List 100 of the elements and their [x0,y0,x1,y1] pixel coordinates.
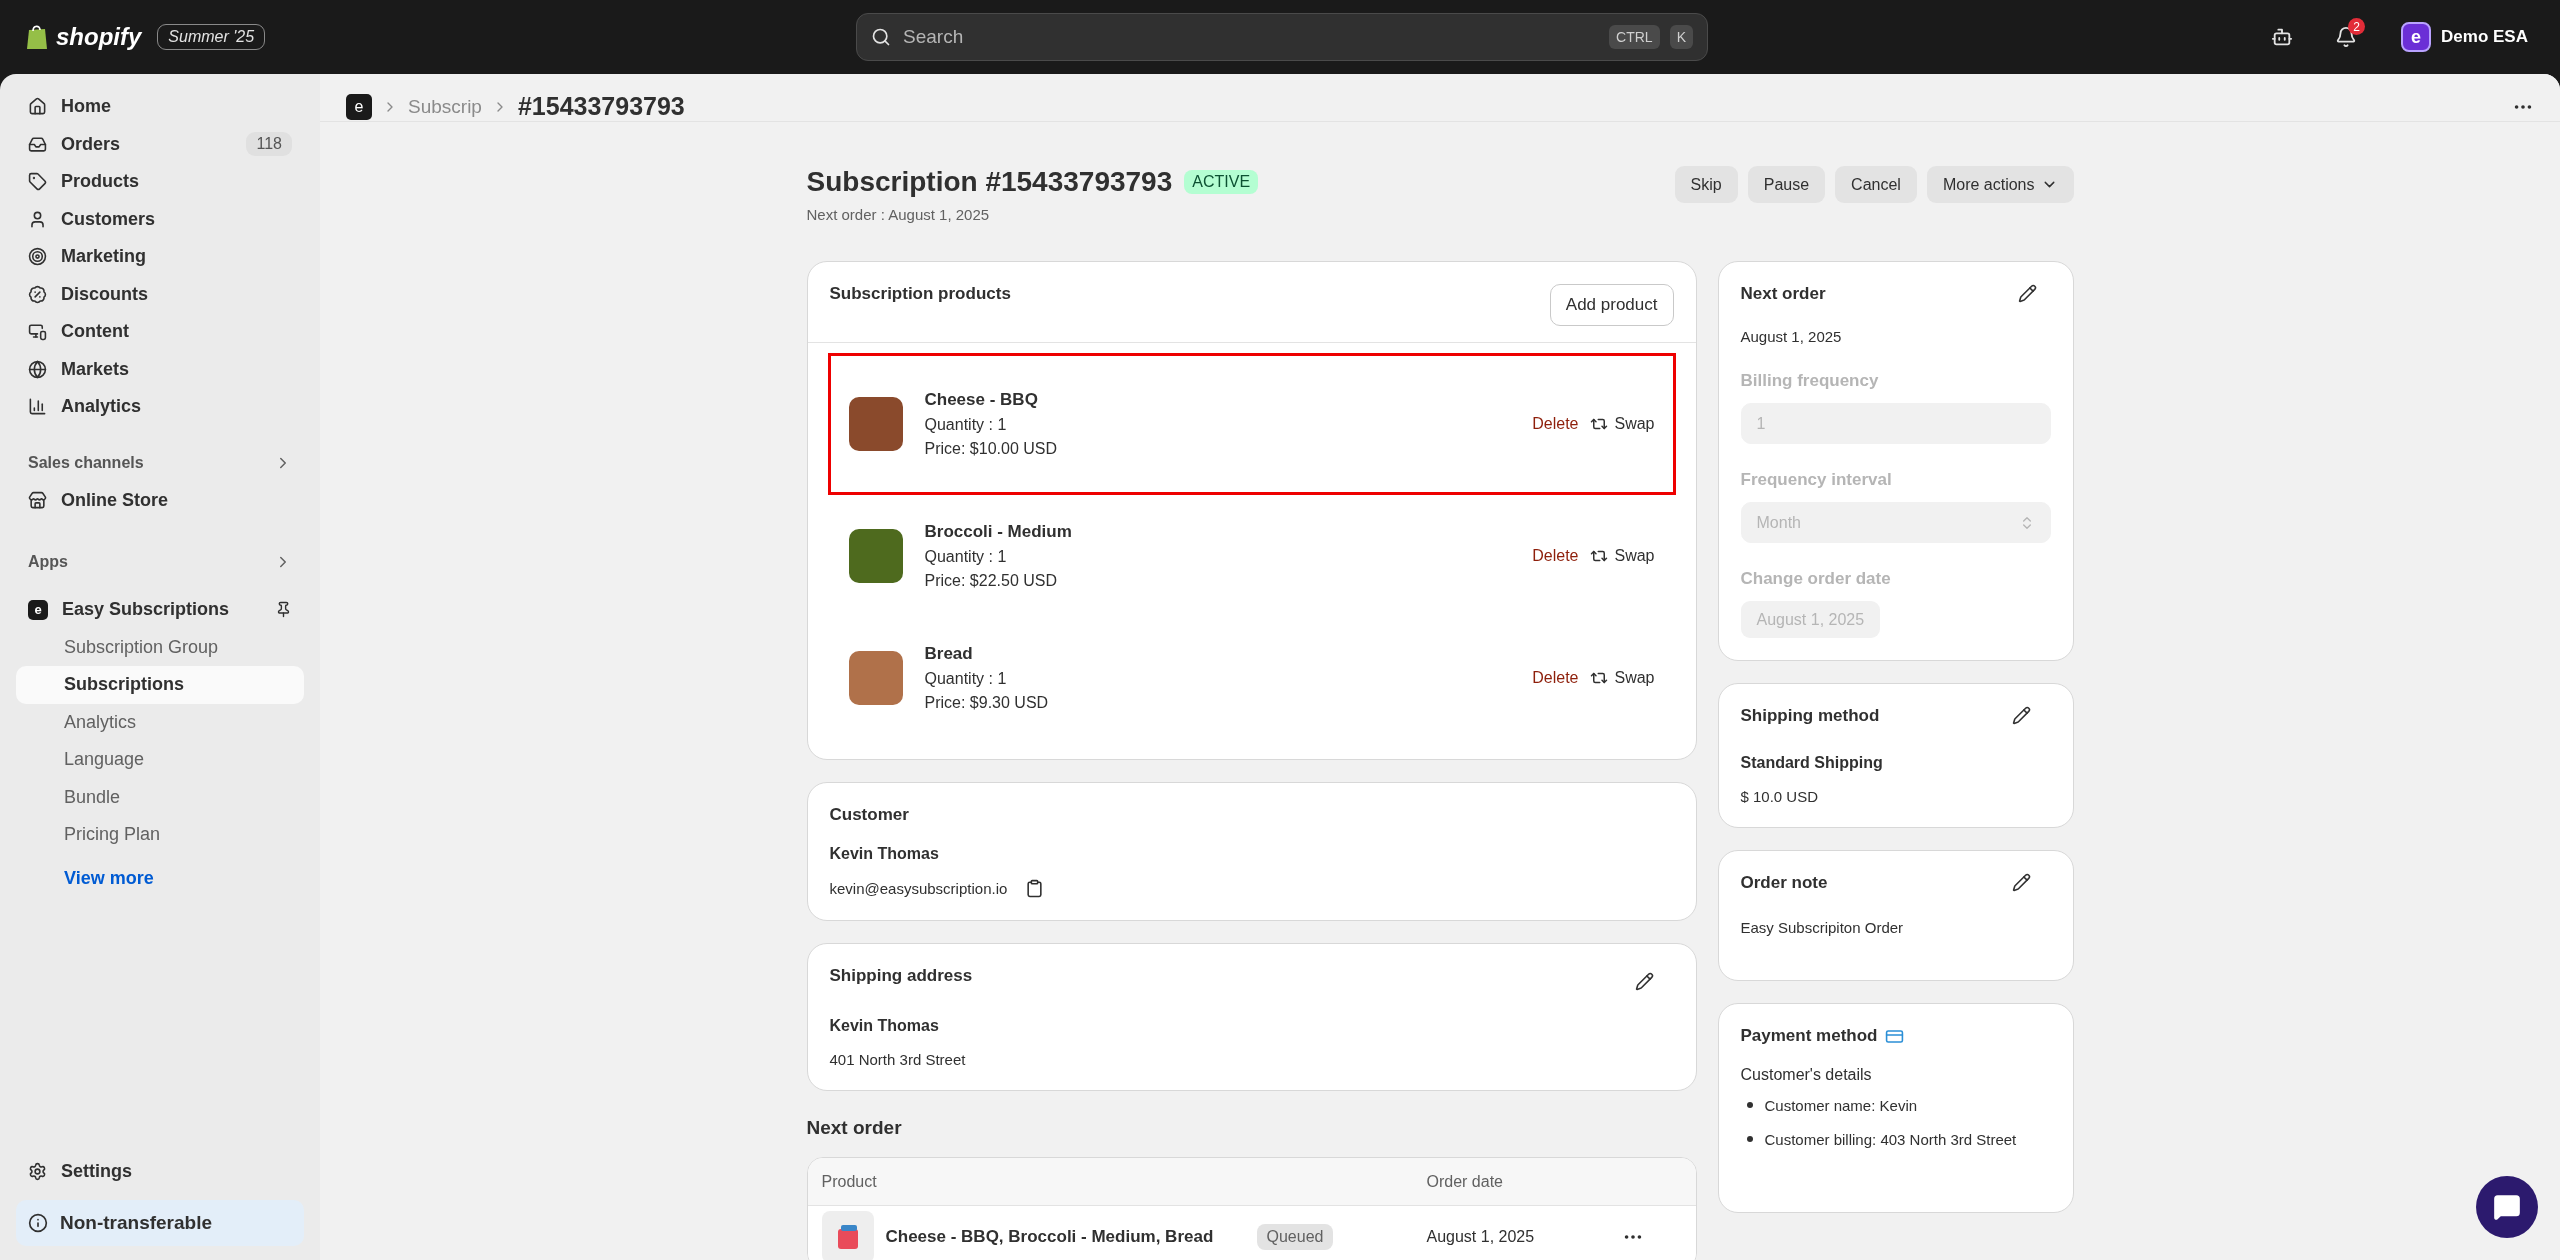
action-button[interactable]: Cancel [1835,166,1917,203]
nav-item[interactable]: Settings [16,1152,304,1190]
edit-icon[interactable] [2011,706,2031,725]
search-input[interactable]: Search [901,25,1600,49]
nav-subitem[interactable]: Pricing Plan [16,816,304,854]
bullet-icon [1746,1136,1753,1142]
column-header: Order date [1426,1172,1504,1191]
nav-subitem[interactable]: Subscriptions [16,666,304,704]
product-name: Broccoli - Medium [924,522,1072,542]
nav-subitem[interactable]: Subscription Group [16,628,304,666]
more-actions-button[interactable]: More actions [1926,166,2074,203]
bar-chart-icon [28,397,47,417]
nav-subitem[interactable]: Analytics [16,703,304,741]
store-icon [28,490,47,510]
product-price: Price: $10.00 USD [924,440,1057,458]
field-label: Change order date [1740,569,1892,589]
brand-name: shopify [56,23,142,51]
nav-item[interactable]: Analytics [16,388,304,426]
discount-icon [28,284,47,304]
search-icon [871,27,891,47]
card-title: Shipping method [1740,706,1880,726]
product-quantity: Quantity : 1 [924,670,1008,688]
nav-item[interactable]: Home [16,88,304,126]
card-title: Payment method [1740,1026,1878,1046]
section-heading: Next order [806,1117,903,1139]
keyboard-key: K [1669,25,1693,49]
section-heading: Apps [28,553,68,571]
nav-item[interactable]: Products [16,163,304,201]
card-title: Shipping address [829,966,973,986]
customer-name: Kevin Thomas [829,845,940,863]
home-icon [28,97,47,117]
person-icon [28,209,47,229]
detail-item: Customer billing: 403 North 3rd Street [1764,1130,2017,1150]
section-heading: Sales channels [28,453,144,472]
recipient-name: Kevin Thomas [829,1017,940,1035]
status-badge: Queued [1256,1223,1334,1250]
globe-icon [28,359,47,379]
delete-link[interactable]: Delete [1532,547,1579,565]
product-quantity: Quantity : 1 [924,416,1008,434]
nav-item[interactable]: e Easy Subscriptions [16,591,304,629]
action-button[interactable]: Skip [1674,166,1738,203]
nav-subitem[interactable]: Language [16,741,304,779]
product-name: Bread [924,644,974,664]
nav-item[interactable]: Marketing [16,238,304,276]
tag-icon [28,172,47,192]
info-icon [28,1213,48,1233]
status-badge: ACTIVE [1184,170,1259,194]
edition-badge: Summer '25 [157,24,266,50]
app-icon[interactable]: e [346,93,372,120]
inbox-icon [28,134,47,154]
shipping-method-name: Standard Shipping [1740,754,1884,772]
chat-icon [2493,1193,2521,1221]
swap-link[interactable]: Swap [1590,415,1655,433]
subscription-title: Subscription #15433793793 [806,166,1173,198]
clipboard-icon[interactable] [1025,879,1045,898]
product-quantity: Quantity : 1 [924,548,1008,566]
nav-subitem[interactable]: Bundle [16,778,304,816]
card-title: Subscription products [829,284,1011,304]
delete-link[interactable]: Delete [1532,669,1579,687]
next-order-date: Next order : August 1, 2025 [806,206,991,223]
action-button[interactable]: Pause [1747,166,1826,203]
pin-icon[interactable] [275,601,292,619]
delete-link[interactable]: Delete [1532,415,1579,433]
monitor-icon [28,322,47,342]
nav-item[interactable]: Orders 118 [16,125,304,163]
detail-item: Customer name: Kevin [1764,1096,1918,1116]
target-icon [28,247,47,267]
view-more-link[interactable]: View more [64,867,304,889]
settings-icon [28,1161,47,1181]
card-title: Next order [1740,284,1826,304]
bullet-icon [1746,1102,1753,1108]
notification-count: 2 [2348,18,2366,35]
nav-item[interactable]: Markets [16,350,304,388]
nav-item[interactable]: Online Store [16,481,304,519]
add-product-button[interactable]: Add product [1549,284,1674,326]
customer-email: kevin@easysubscription.io [829,880,1008,897]
order-date: August 1, 2025 [1426,1227,1536,1246]
details-heading: Customer's details [1740,1066,1873,1084]
field-label: Frequency interval [1740,470,1893,490]
search-field[interactable]: Search CTRL K [856,13,1708,61]
store-avatar: e [2401,22,2432,52]
product-name: Cheese - BBQ [924,390,1039,410]
order-note: Easy Subscripiton Order [1740,919,1905,936]
nav-item[interactable]: Customers [16,200,304,238]
product-price: Price: $22.50 USD [924,572,1058,590]
nav-item[interactable]: Content [16,313,304,351]
page-title: #15433793793 [517,92,685,121]
shopping-bag-icon [26,24,48,50]
edit-icon[interactable] [1634,972,1654,991]
order-products: Cheese - BBQ, Broccoli - Medium, Bread [885,1226,1214,1247]
shipping-price: $ 10.0 USD [1740,788,1820,805]
store-menu[interactable]: e Demo ESA [2395,21,2534,53]
edit-icon[interactable] [2017,284,2037,303]
swap-link[interactable]: Swap [1590,547,1655,565]
keyboard-key: CTRL [1609,25,1660,49]
swap-link[interactable]: Swap [1590,669,1655,687]
edit-icon[interactable] [2011,873,2031,892]
product-price: Price: $9.30 USD [924,694,1049,712]
nav-item[interactable]: Discounts [16,275,304,313]
plan-notice: Non-transferable [16,1200,304,1246]
